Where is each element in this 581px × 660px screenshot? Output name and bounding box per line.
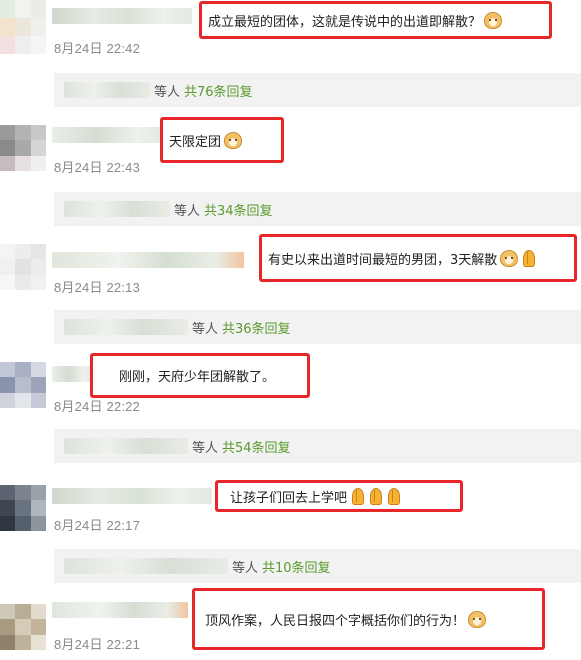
avatar[interactable]: [0, 604, 46, 650]
doge-emoji-icon: [468, 610, 487, 628]
reply-count-link[interactable]: 共36条回复: [222, 318, 291, 337]
reply-who: 等人: [154, 84, 181, 100]
reply-count-link[interactable]: 共54条回复: [222, 437, 291, 456]
comment-text-box: 顶风作案，人民日报四个字概括你们的行为！: [192, 588, 545, 650]
reply-users-blurred: [64, 201, 170, 217]
comment-time: 8月24日 22:13: [54, 280, 141, 295]
reply-users-blurred: [64, 82, 150, 98]
avatar[interactable]: [0, 244, 46, 290]
pray-emoji-icon: [349, 487, 365, 505]
doge-emoji-icon: [484, 11, 503, 29]
comment-text-box: 让孩子们回去上学吧: [215, 480, 463, 512]
username-blurred[interactable]: [52, 8, 192, 24]
comment-time: 8月24日 22:17: [54, 518, 141, 533]
doge-emoji-icon: [500, 249, 519, 267]
reply-count-link[interactable]: 共76条回复: [184, 81, 253, 100]
reply-users-blurred: [64, 438, 188, 454]
avatar[interactable]: [0, 0, 46, 54]
reply-who: 等人: [232, 560, 259, 576]
comment-text: 刚刚，天府少年团解散了。: [119, 370, 276, 385]
username-blurred[interactable]: [52, 602, 188, 618]
avatar[interactable]: [0, 362, 46, 408]
comment-time: 8月24日 22:42: [54, 41, 141, 56]
comment-text-box: 有史以来出道时间最短的男团，3天解散: [259, 234, 577, 282]
comment-text: 有史以来出道时间最短的男团，3天解散: [268, 252, 498, 268]
comment-text-box: 刚刚，天府少年团解散了。: [90, 353, 310, 398]
reply-who: 等人: [192, 321, 219, 337]
reply-who: 等人: [174, 203, 201, 219]
username-blurred[interactable]: [52, 252, 244, 268]
reply-count-link[interactable]: 共34条回复: [204, 200, 273, 219]
reply-users-blurred: [64, 558, 228, 574]
reply-bar[interactable]: 等人 共76条回复: [54, 73, 581, 107]
reply-bar[interactable]: 等人 共34条回复: [54, 192, 581, 226]
avatar[interactable]: [0, 485, 46, 531]
reply-bar[interactable]: 等人 共54条回复: [54, 429, 581, 463]
comment-text: 天限定团: [169, 134, 222, 150]
reply-bar[interactable]: 等人 共36条回复: [54, 310, 581, 344]
reply-users-blurred: [64, 319, 188, 335]
comment-text-box: 成立最短的团体，这就是传说中的出道即解散？: [199, 1, 552, 39]
username-blurred[interactable]: [52, 488, 212, 504]
pray-emoji-icon: [385, 487, 401, 505]
reply-count-link[interactable]: 共10条回复: [262, 557, 331, 576]
avatar[interactable]: [0, 125, 46, 171]
reply-who: 等人: [192, 440, 219, 456]
doge-emoji-icon: [224, 131, 243, 149]
pray-emoji-icon: [520, 249, 536, 267]
comment-time: 8月24日 22:43: [54, 160, 141, 175]
comment-text-box: 天限定团: [160, 117, 284, 163]
comment-text: 让孩子们回去上学吧: [230, 490, 348, 506]
comment-text: 顶风作案，人民日报四个字概括你们的行为！: [205, 613, 466, 629]
comment-time: 8月24日 22:22: [54, 399, 141, 414]
comment-text: 成立最短的团体，这就是传说中的出道即解散？: [208, 14, 482, 30]
pray-emoji-icon: [367, 487, 383, 505]
reply-bar[interactable]: 等人 共10条回复: [54, 549, 581, 583]
comment-time: 8月24日 22:21: [54, 637, 141, 652]
